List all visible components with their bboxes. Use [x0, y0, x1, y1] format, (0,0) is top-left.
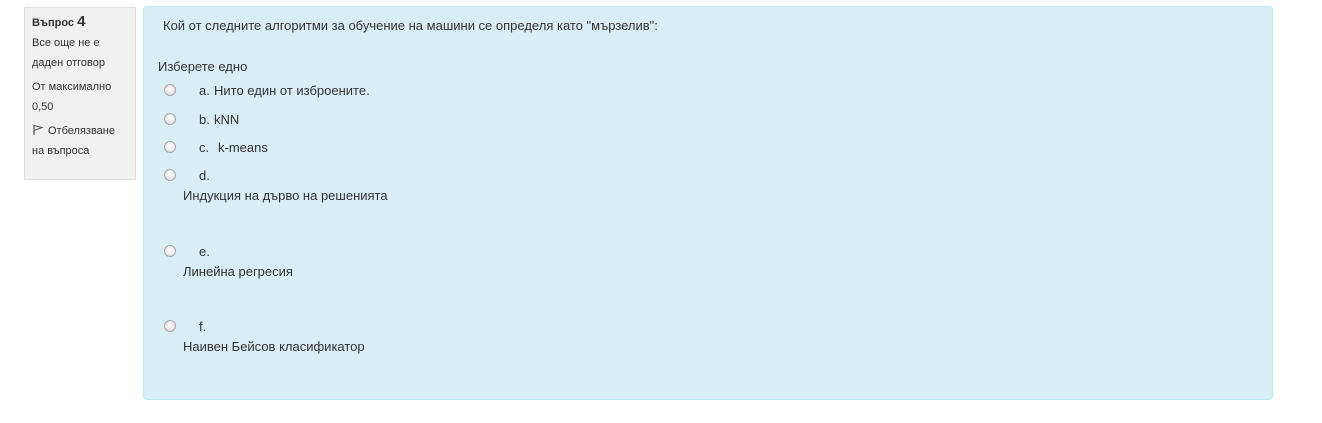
answer-letter-c: c. — [199, 140, 210, 155]
flag-question-label: Отбелязване на въпроса — [32, 125, 115, 157]
question-grade: От максимално 0,50 — [32, 81, 112, 113]
answer-radio-f[interactable] — [164, 320, 176, 332]
question-number: 4 — [77, 13, 86, 30]
answer-radio-e[interactable] — [164, 245, 176, 257]
answer-letter-e: e. — [199, 244, 210, 259]
answer-radio-b[interactable] — [164, 113, 176, 125]
answer-text-a: Нито един от изброените. — [214, 83, 370, 98]
answer-radio-a[interactable] — [164, 84, 176, 96]
answer-text-b: kNN — [214, 112, 240, 127]
answer-text-f: Наивен Бейсов класификатор — [183, 339, 365, 354]
flag-question-link[interactable]: Отбелязване на въпроса — [32, 121, 128, 161]
answer-letter-d: d. — [199, 168, 210, 183]
question-state: Все още не е даден отговор — [32, 37, 105, 69]
answer-letter-b: b. — [199, 112, 210, 127]
answer-text-e: Линейна регресия — [183, 264, 293, 279]
flag-icon — [33, 124, 44, 135]
question-content: Кой от следните алгоритми за обучение на… — [143, 6, 1273, 400]
answer-letter-a: a. — [199, 83, 210, 98]
question-text: Кой от следните алгоритми за обучение на… — [163, 18, 658, 33]
question-label: Въпрос — [32, 17, 75, 29]
answer-radio-d[interactable] — [164, 169, 176, 181]
question-number-heading: Въпрос 4 — [32, 14, 128, 31]
answer-radio-c[interactable] — [164, 141, 176, 153]
answer-prompt: Изберете едно — [158, 59, 248, 74]
answer-text-d: Индукция на дърво на решенията — [183, 188, 388, 203]
answer-letter-f: f. — [199, 319, 207, 334]
answer-text-c: k-means — [218, 140, 268, 155]
question-info-panel: Въпрос 4 Все още не е даден отговор От м… — [24, 7, 136, 180]
